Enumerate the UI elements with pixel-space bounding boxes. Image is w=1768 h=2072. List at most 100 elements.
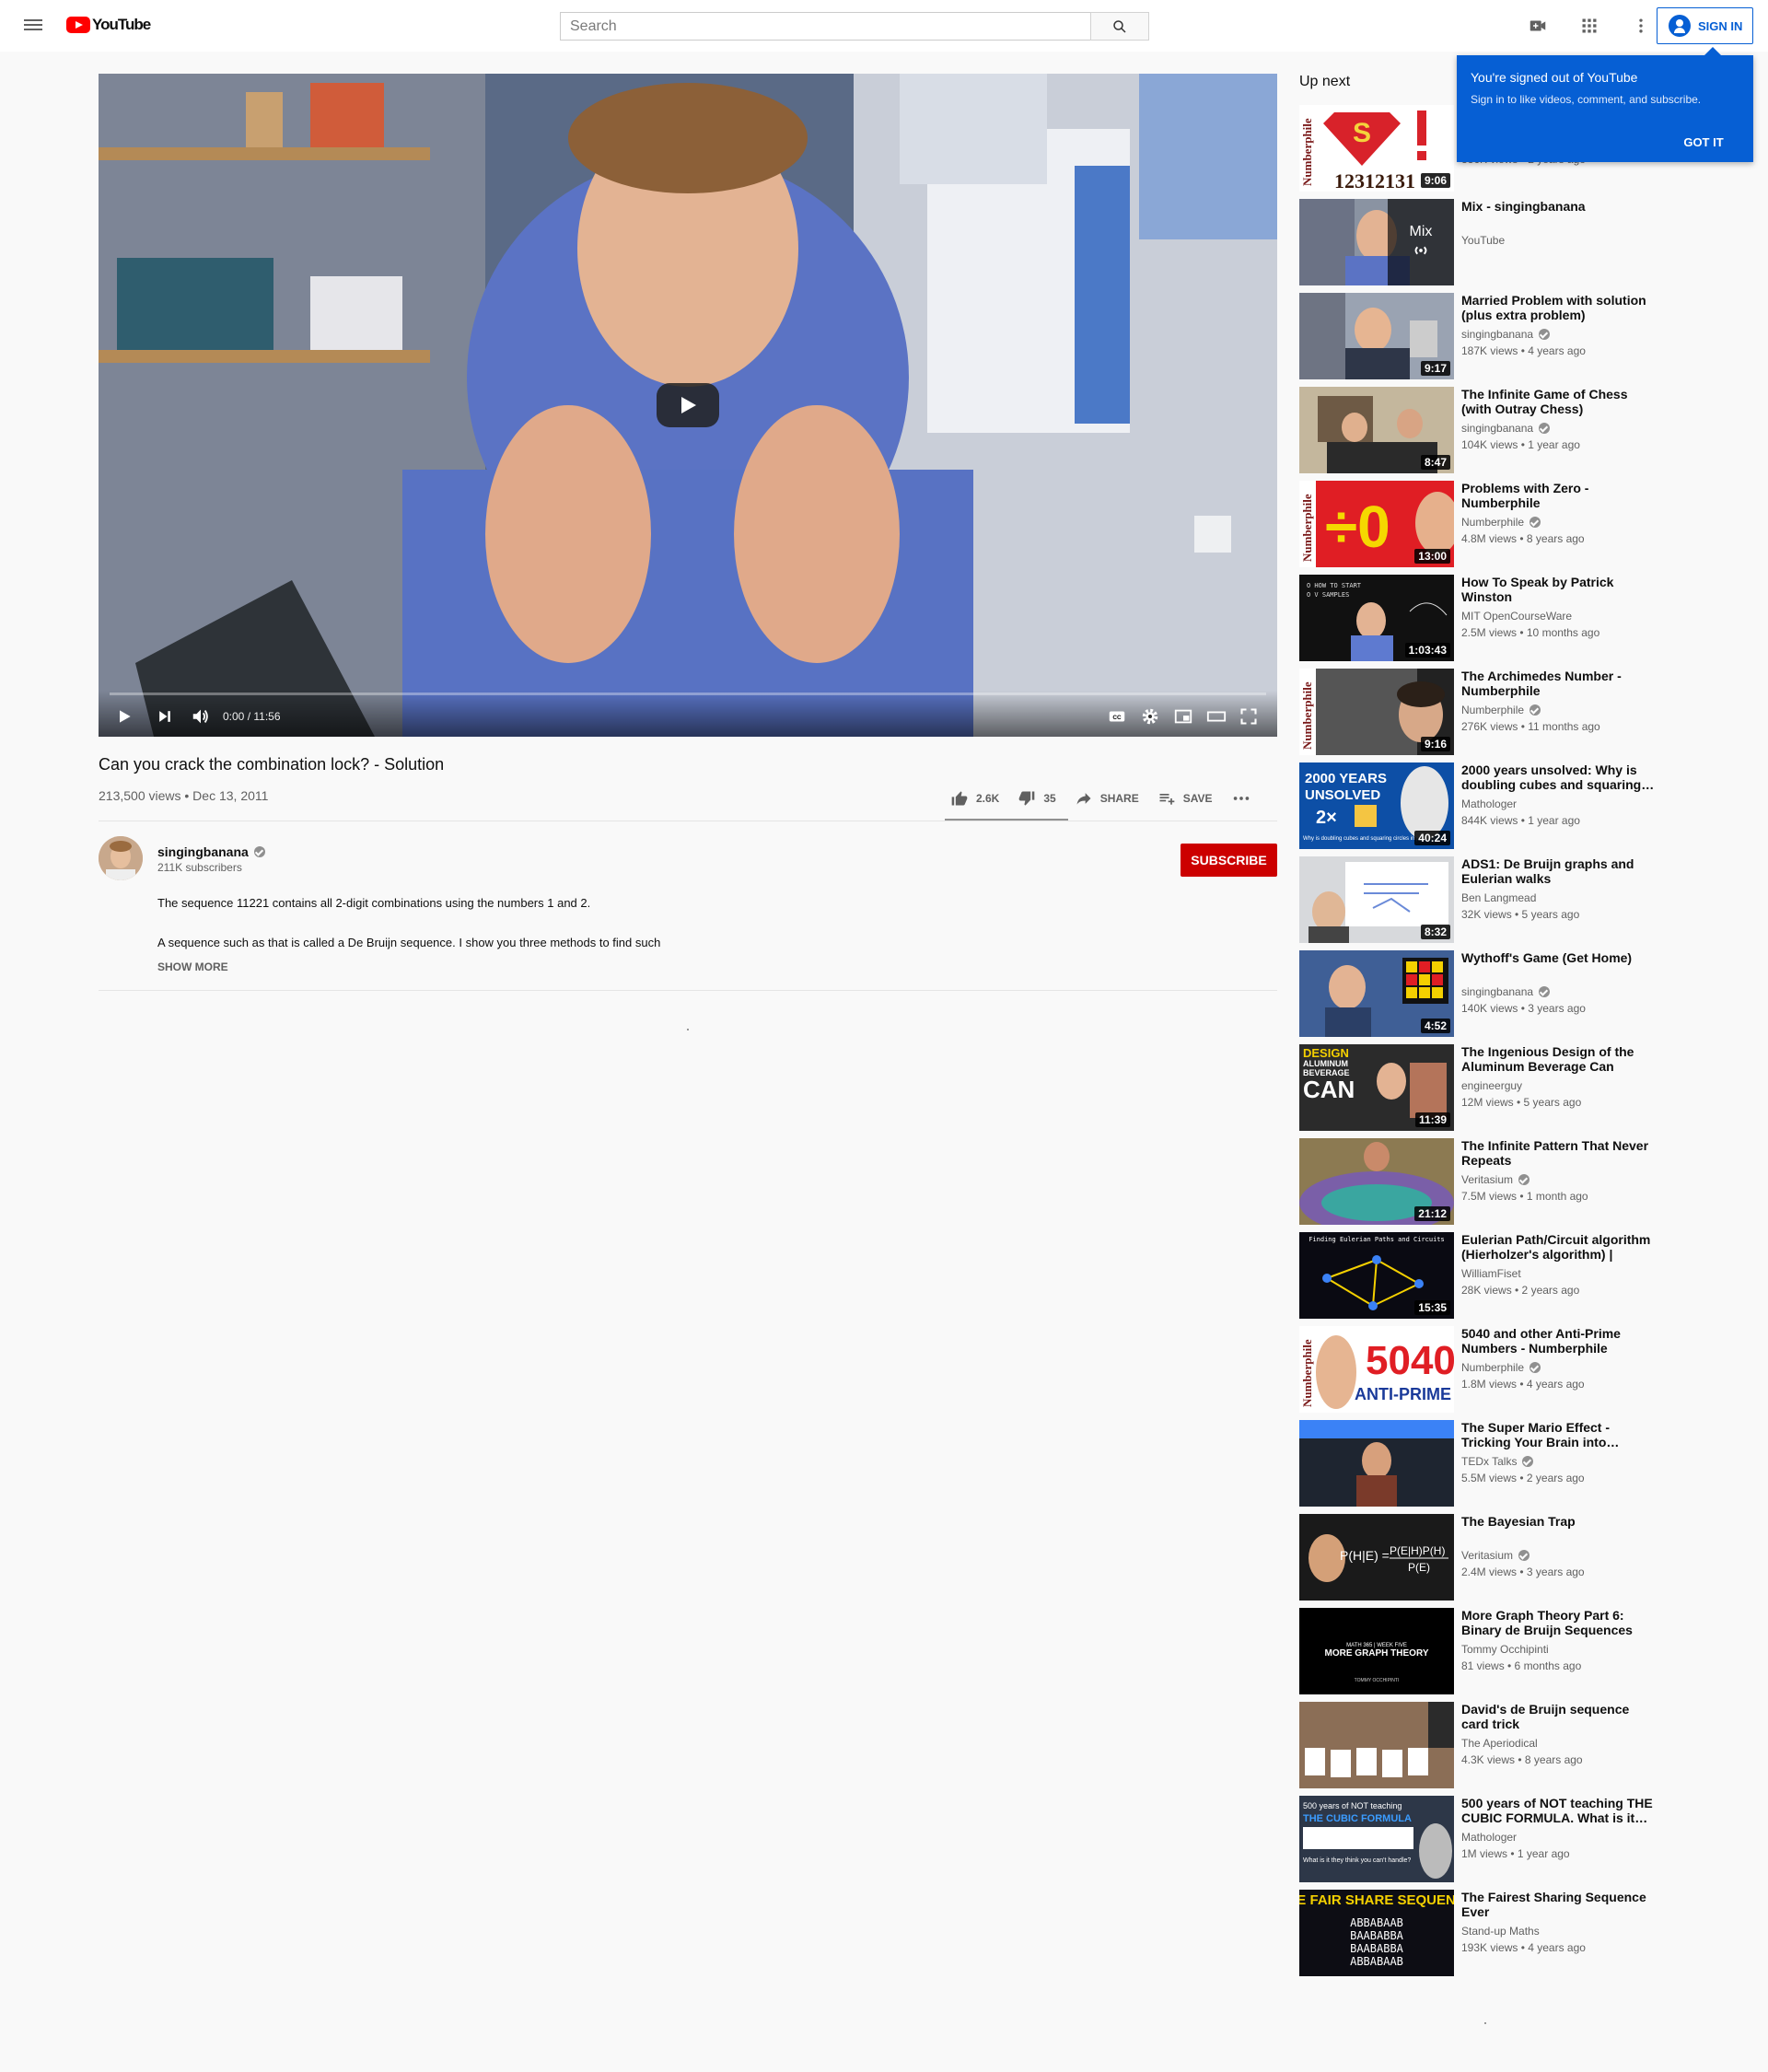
- video-thumbnail[interactable]: [1299, 1702, 1454, 1788]
- video-thumbnail[interactable]: MATH 365 | WEEK FIVE MORE GRAPH THEORY TOM…: [1299, 1608, 1454, 1694]
- related-video-item[interactable]: Numberphile ÷0 13:00 Problems with Zero - N…: [1299, 481, 1668, 567]
- related-video-title[interactable]: 5040 and other Anti-Prime Numbers - Numb…: [1461, 1326, 1657, 1356]
- related-video-channel[interactable]: Numberphile: [1461, 704, 1541, 716]
- related-video-item[interactable]: 500 years of NOT teaching THE CUBIC FORMU…: [1299, 1796, 1668, 1882]
- related-video-item[interactable]: 4:52 Wythoff's Game (Get Home) singingban…: [1299, 950, 1668, 1037]
- related-video-item[interactable]: Numberphile 9:16 The Archimedes Number - N…: [1299, 669, 1668, 755]
- video-thumbnail[interactable]: O HOW TO START O V SAMPLES 1:03:43: [1299, 575, 1454, 661]
- related-video-title[interactable]: The Bayesian Trap: [1461, 1514, 1657, 1529]
- related-video-title[interactable]: The Ingenious Design of the Aluminum Bev…: [1461, 1044, 1657, 1074]
- related-video-channel[interactable]: Mathologer: [1461, 1831, 1517, 1844]
- related-video-item[interactable]: O HOW TO START O V SAMPLES 1:03:43 How To S…: [1299, 575, 1668, 661]
- related-video-channel[interactable]: singingbanana: [1461, 422, 1551, 435]
- progress-bar[interactable]: [110, 693, 1266, 695]
- create-video-icon[interactable]: [1527, 15, 1549, 37]
- settings-gear-icon[interactable]: [1140, 705, 1160, 728]
- play-icon[interactable]: [115, 705, 134, 728]
- subscribe-button[interactable]: SUBSCRIBE: [1181, 844, 1277, 877]
- search-button[interactable]: [1090, 12, 1149, 41]
- sign-in-button[interactable]: SIGN IN: [1657, 7, 1753, 44]
- related-video-item[interactable]: Finding Eulerian Paths and Circuits 15:35…: [1299, 1232, 1668, 1319]
- related-video-channel[interactable]: singingbanana: [1461, 328, 1551, 341]
- related-video-title[interactable]: The Archimedes Number - Numberphile: [1461, 669, 1657, 698]
- video-thumbnail[interactable]: Numberphile 5040 ANTI-PRIME: [1299, 1326, 1454, 1413]
- video-thumbnail[interactable]: 21:12: [1299, 1138, 1454, 1225]
- video-thumbnail[interactable]: 8:32: [1299, 856, 1454, 943]
- related-video-channel[interactable]: engineerguy: [1461, 1079, 1522, 1092]
- more-actions-button[interactable]: [1231, 788, 1259, 809]
- show-more-button[interactable]: SHOW MORE: [157, 960, 228, 973]
- related-video-title[interactable]: 2000 years unsolved: Why is doubling cub…: [1461, 762, 1657, 792]
- video-thumbnail[interactable]: 4:52: [1299, 950, 1454, 1037]
- related-video-title[interactable]: Eulerian Path/Circuit algorithm (Hierhol…: [1461, 1232, 1657, 1262]
- miniplayer-icon[interactable]: [1173, 705, 1193, 728]
- related-video-channel[interactable]: WilliamFiset: [1461, 1267, 1521, 1280]
- related-video-channel[interactable]: TEDx Talks: [1461, 1455, 1534, 1468]
- related-video-item[interactable]: 9:17 Married Problem with solution (plus …: [1299, 293, 1668, 379]
- related-video-item[interactable]: Mix Mix - singingbanana YouTube: [1299, 199, 1668, 285]
- related-video-channel[interactable]: Stand-up Maths: [1461, 1925, 1540, 1938]
- video-thumbnail[interactable]: [1299, 1420, 1454, 1507]
- apps-grid-icon[interactable]: [1578, 15, 1600, 37]
- related-video-title[interactable]: Mix - singingbanana: [1461, 199, 1657, 214]
- related-video-channel[interactable]: MIT OpenCourseWare: [1461, 610, 1572, 623]
- related-video-channel[interactable]: The Aperiodical: [1461, 1737, 1538, 1750]
- video-player[interactable]: 0:00 / 11:56 CC: [99, 74, 1277, 737]
- video-thumbnail[interactable]: Mix: [1299, 199, 1454, 285]
- related-video-channel[interactable]: Mathologer: [1461, 797, 1517, 810]
- fullscreen-icon[interactable]: [1239, 705, 1258, 728]
- save-button[interactable]: SAVE: [1157, 789, 1213, 808]
- like-button[interactable]: 2.6K: [950, 789, 999, 808]
- video-thumbnail[interactable]: 500 years of NOT teaching THE CUBIC FORMU…: [1299, 1796, 1454, 1882]
- related-video-item[interactable]: 8:32 ADS1: De Bruijn graphs and Eulerian …: [1299, 856, 1668, 943]
- video-thumbnail[interactable]: 8:47: [1299, 387, 1454, 473]
- related-video-title[interactable]: David's de Bruijn sequence card trick: [1461, 1702, 1657, 1731]
- related-video-channel[interactable]: Veritasium: [1461, 1549, 1530, 1562]
- related-video-channel[interactable]: Veritasium: [1461, 1173, 1530, 1186]
- related-video-item[interactable]: 8:47 The Infinite Game of Chess (with Out…: [1299, 387, 1668, 473]
- settings-more-icon[interactable]: [1630, 15, 1652, 37]
- related-video-title[interactable]: More Graph Theory Part 6: Binary de Brui…: [1461, 1608, 1657, 1637]
- related-video-item[interactable]: P(H|E) = P(E|H)P(H) P(E) The Bayesian Trap …: [1299, 1514, 1668, 1601]
- related-video-item[interactable]: DESIGN ALUMINUM BEVERAGE CAN 11:39 The Ingeni…: [1299, 1044, 1668, 1131]
- related-video-title[interactable]: ADS1: De Bruijn graphs and Eulerian walk…: [1461, 856, 1657, 886]
- share-button[interactable]: SHARE: [1075, 789, 1139, 808]
- related-video-item[interactable]: THE FAIR SHARE SEQUENCEABBABAABBAABABBAB…: [1299, 1890, 1668, 1976]
- video-thumbnail[interactable]: 2000 YEARS UNSOLVED 2× Why is doubling cube…: [1299, 762, 1454, 849]
- related-video-channel[interactable]: Numberphile: [1461, 1361, 1541, 1374]
- video-thumbnail[interactable]: Numberphile ÷0 13:00: [1299, 481, 1454, 567]
- video-thumbnail[interactable]: Numberphile S 12312131 9:06: [1299, 105, 1454, 192]
- related-video-channel[interactable]: Numberphile: [1461, 516, 1541, 529]
- youtube-logo[interactable]: YouTube: [66, 16, 151, 34]
- related-video-title[interactable]: The Infinite Pattern That Never Repeats: [1461, 1138, 1657, 1168]
- video-thumbnail[interactable]: THE FAIR SHARE SEQUENCEABBABAABBAABABBAB…: [1299, 1890, 1454, 1976]
- related-video-item[interactable]: Numberphile 5040 ANTI-PRIME 5040 and other …: [1299, 1326, 1668, 1413]
- captions-icon[interactable]: CC: [1107, 705, 1127, 728]
- related-video-item[interactable]: The Super Mario Effect - Tricking Your B…: [1299, 1420, 1668, 1507]
- related-video-title[interactable]: Married Problem with solution (plus extr…: [1461, 293, 1657, 322]
- related-video-title[interactable]: The Super Mario Effect - Tricking Your B…: [1461, 1420, 1657, 1449]
- got-it-button[interactable]: GOT IT: [1667, 128, 1740, 156]
- related-video-channel[interactable]: Tommy Occhipinti: [1461, 1643, 1549, 1656]
- related-video-title[interactable]: The Fairest Sharing Sequence Ever: [1461, 1890, 1657, 1919]
- related-video-title[interactable]: Wythoff's Game (Get Home): [1461, 950, 1657, 965]
- video-thumbnail[interactable]: Finding Eulerian Paths and Circuits 15:35: [1299, 1232, 1454, 1319]
- next-icon[interactable]: [156, 705, 174, 728]
- video-thumbnail[interactable]: Numberphile 9:16: [1299, 669, 1454, 755]
- related-video-item[interactable]: David's de Bruijn sequence card trick Th…: [1299, 1702, 1668, 1788]
- related-video-title[interactable]: How To Speak by Patrick Winston: [1461, 575, 1657, 604]
- video-thumbnail[interactable]: P(H|E) = P(E|H)P(H) P(E): [1299, 1514, 1454, 1601]
- related-video-item[interactable]: 2000 YEARS UNSOLVED 2× Why is doubling cube…: [1299, 762, 1668, 849]
- large-play-button[interactable]: [657, 383, 719, 427]
- channel-avatar[interactable]: [99, 836, 143, 880]
- related-video-item[interactable]: MATH 365 | WEEK FIVE MORE GRAPH THEORY TOM…: [1299, 1608, 1668, 1694]
- search-input[interactable]: [560, 12, 1090, 41]
- menu-icon[interactable]: [22, 17, 44, 35]
- related-video-channel[interactable]: Ben Langmead: [1461, 891, 1536, 904]
- channel-name[interactable]: singingbanana: [157, 844, 265, 859]
- dislike-button[interactable]: 35: [1018, 789, 1056, 808]
- related-video-title[interactable]: Problems with Zero - Numberphile: [1461, 481, 1657, 510]
- related-video-title[interactable]: 500 years of NOT teaching THE CUBIC FORM…: [1461, 1796, 1657, 1825]
- volume-icon[interactable]: [191, 705, 211, 728]
- theater-mode-icon[interactable]: [1206, 705, 1227, 728]
